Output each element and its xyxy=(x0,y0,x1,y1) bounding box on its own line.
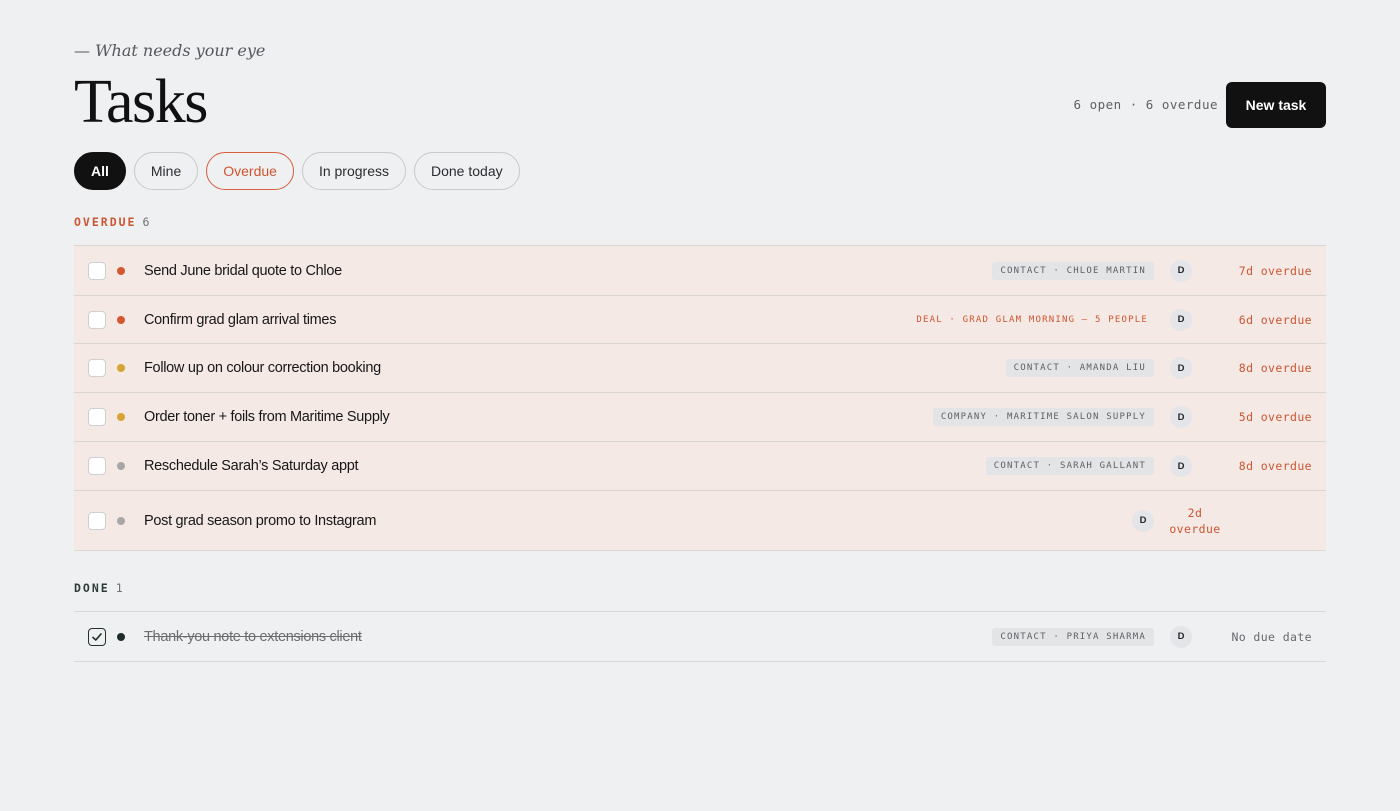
task-checkbox[interactable] xyxy=(88,457,106,475)
task-checkbox[interactable] xyxy=(88,359,106,377)
filter-chips: All Mine Overdue In progress Done today xyxy=(74,152,520,190)
filter-in-progress[interactable]: In progress xyxy=(301,152,406,190)
priority-dot xyxy=(117,315,125,324)
related-tag[interactable]: CONTACT · SARAH GALLANT xyxy=(985,457,1154,475)
related-tag[interactable]: CONTACT · CHLOE MARTIN xyxy=(992,261,1154,280)
task-summary: 6 open · 6 overdue xyxy=(1073,97,1218,112)
related-tag[interactable]: CONTACT · PRIYA SHARMA xyxy=(992,627,1154,646)
section-title: OVERDUE xyxy=(74,215,137,229)
due-status: 8d overdue xyxy=(1238,361,1312,375)
task-row[interactable]: Thank-you note to extensions client CONT… xyxy=(74,612,1326,662)
task-row[interactable]: Follow up on colour correction booking C… xyxy=(74,344,1326,393)
done-task-list: Thank-you note to extensions client CONT… xyxy=(74,611,1326,662)
due-status: No due date xyxy=(1231,629,1312,644)
due-status: 5d overdue xyxy=(1238,410,1312,424)
new-task-button[interactable]: New task xyxy=(1226,82,1326,128)
section-count: 6 xyxy=(142,215,152,229)
task-title[interactable]: Reschedule Sarah’s Saturday appt xyxy=(144,458,359,474)
task-row[interactable]: Confirm grad glam arrival times DEAL · G… xyxy=(74,296,1326,344)
section-count: 1 xyxy=(115,581,125,595)
task-title[interactable]: Follow up on colour correction booking xyxy=(144,360,381,376)
related-tag[interactable]: CONTACT · AMANDA LIU xyxy=(1005,359,1154,377)
assignee-avatar: D xyxy=(1170,625,1192,648)
task-row[interactable]: Post grad season promo to Instagram D 2d… xyxy=(74,491,1326,551)
section-title: DONE xyxy=(74,581,110,595)
task-row[interactable]: Order toner + foils from Maritime Supply… xyxy=(74,393,1326,442)
priority-dot xyxy=(117,516,125,525)
check-icon xyxy=(92,632,102,641)
task-checkbox[interactable] xyxy=(88,408,106,426)
filter-done-today[interactable]: Done today xyxy=(414,152,520,190)
task-checkbox[interactable] xyxy=(88,310,106,329)
assignee-avatar: D xyxy=(1170,308,1192,331)
task-checkbox[interactable] xyxy=(88,511,106,530)
priority-dot xyxy=(117,364,125,372)
section-header-done: DONE 1 xyxy=(74,581,125,595)
due-status: 8d overdue xyxy=(1238,459,1312,473)
assignee-avatar: D xyxy=(1170,455,1192,477)
due-status: 6d overdue xyxy=(1238,312,1312,327)
priority-dot xyxy=(117,266,125,275)
page-title: Tasks xyxy=(74,68,208,136)
assignee-avatar: D xyxy=(1170,259,1192,282)
task-checkbox[interactable] xyxy=(88,261,106,280)
task-title[interactable]: Send June bridal quote to Chloe xyxy=(144,263,342,279)
task-row[interactable]: Send June bridal quote to Chloe CONTACT … xyxy=(74,246,1326,296)
filter-mine[interactable]: Mine xyxy=(133,152,199,190)
section-header-overdue: OVERDUE 6 xyxy=(74,215,151,229)
related-tag[interactable]: DEAL · GRAD GLAM MORNING — 5 PEOPLE xyxy=(908,311,1154,329)
due-status: 2d overdue xyxy=(1169,505,1221,536)
filter-all[interactable]: All xyxy=(74,152,126,190)
task-title[interactable]: Order toner + foils from Maritime Supply xyxy=(144,409,390,425)
task-title[interactable]: Post grad season promo to Instagram xyxy=(144,513,376,529)
assignee-avatar: D xyxy=(1132,509,1154,532)
overdue-task-list: Send June bridal quote to Chloe CONTACT … xyxy=(74,245,1326,551)
priority-dot xyxy=(117,413,125,421)
assignee-avatar: D xyxy=(1170,406,1192,428)
due-status: 7d overdue xyxy=(1238,263,1312,278)
priority-dot xyxy=(117,632,125,641)
task-checkbox-checked[interactable] xyxy=(88,627,106,646)
related-tag[interactable]: COMPANY · MARITIME SALON SUPPLY xyxy=(932,408,1154,426)
task-row[interactable]: Reschedule Sarah’s Saturday appt CONTACT… xyxy=(74,442,1326,491)
page-eyebrow: — What needs your eye xyxy=(74,41,266,60)
assignee-avatar: D xyxy=(1170,357,1192,379)
task-title[interactable]: Confirm grad glam arrival times xyxy=(144,312,336,328)
priority-dot xyxy=(117,462,125,470)
task-title[interactable]: Thank-you note to extensions client xyxy=(144,629,362,645)
filter-overdue[interactable]: Overdue xyxy=(206,152,294,190)
